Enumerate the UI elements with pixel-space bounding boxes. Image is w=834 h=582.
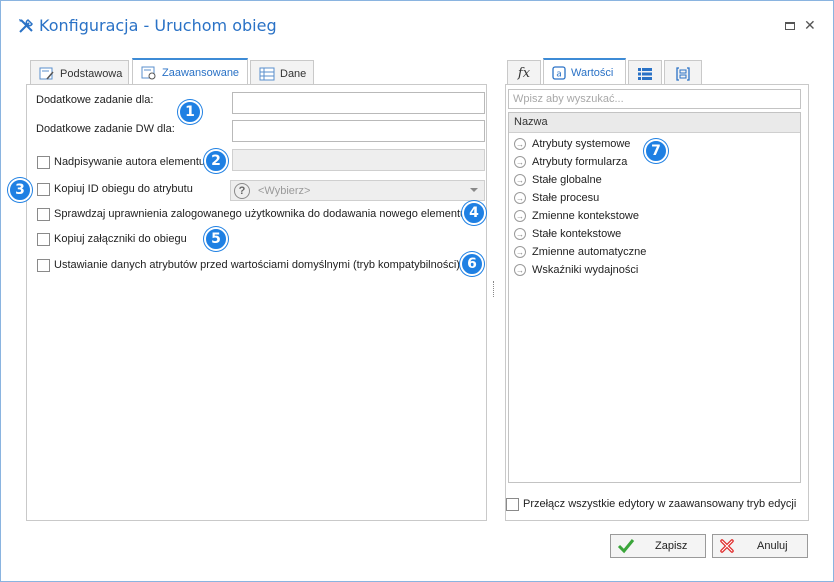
copy-attachments-label: Kopiuj załączniki do obiegu — [54, 233, 187, 245]
copy-attachments-checkbox[interactable] — [37, 233, 50, 246]
question-icon: ? — [234, 182, 250, 199]
cancel-label: Anuluj — [757, 540, 788, 552]
list-item[interactable]: → Stałe globalne — [509, 171, 800, 189]
arrow-right-icon: → — [514, 210, 526, 222]
arrow-right-icon: → — [514, 174, 526, 186]
tab-label: Zaawansowane — [162, 66, 240, 79]
cancel-button[interactable]: Anuluj — [712, 534, 808, 558]
list-item[interactable]: → Zmienne automatyczne — [509, 243, 800, 261]
callout-badge-2: 2 — [204, 149, 228, 173]
arrow-right-icon: → — [514, 192, 526, 204]
tab-dane[interactable]: Dane — [250, 60, 314, 86]
tab-list[interactable] — [628, 60, 662, 86]
search-input[interactable]: Wpisz aby wyszukać... — [508, 89, 801, 109]
overwrite-author-checkbox[interactable] — [37, 156, 50, 169]
attribute-select[interactable]: ? <Wybierz> — [230, 180, 485, 201]
dialog-title: Konfiguracja - Uruchom obieg — [39, 16, 277, 35]
arrow-right-icon: → — [514, 138, 526, 150]
title-bar: Konfiguracja - Uruchom obieg ✕ — [1, 1, 833, 49]
overwrite-author-input — [232, 149, 485, 171]
save-label: Zapisz — [655, 540, 688, 552]
tab-form-fields[interactable] — [664, 60, 702, 86]
advanced-mode-checkbox[interactable] — [506, 498, 519, 511]
tab-wartosci[interactable]: a Wartości — [543, 58, 626, 85]
additional-task-label: Dodatkowe zadanie dla: — [36, 94, 154, 106]
callout-badge-3: 3 — [8, 178, 32, 202]
copy-id-label: Kopiuj ID obiegu do atrybutu — [54, 183, 193, 195]
close-icon[interactable]: ✕ — [804, 17, 816, 34]
table-icon — [259, 67, 275, 80]
tab-podstawowa[interactable]: Podstawowa — [30, 60, 129, 86]
maximize-icon[interactable] — [785, 22, 795, 30]
arrow-right-icon: → — [514, 246, 526, 258]
list-icon — [638, 67, 652, 80]
list-item[interactable]: → Zmienne kontekstowe — [509, 207, 800, 225]
config-dialog: Konfiguracja - Uruchom obieg ✕ Podstawow… — [0, 0, 834, 582]
values-list: Nazwa → Atrybuty systemowe → Atrybuty form… — [508, 112, 801, 483]
callout-badge-6: 6 — [460, 252, 484, 276]
check-permissions-label: Sprawdzaj uprawnienia zalogowanego użytk… — [54, 208, 467, 220]
form-bracket-icon — [676, 66, 690, 81]
additional-task-dw-input[interactable] — [232, 120, 485, 142]
list-item[interactable]: → Stałe kontekstowe — [509, 225, 800, 243]
panel-splitter[interactable] — [493, 281, 495, 297]
tools-icon — [19, 19, 33, 33]
chevron-down-icon — [470, 188, 478, 192]
overwrite-author-label: Nadpisywanie autora elementu — [54, 156, 206, 168]
settings-form-icon — [141, 66, 156, 79]
tab-label: Dane — [280, 67, 307, 80]
tab-label: Podstawowa — [60, 67, 123, 80]
list-item[interactable]: → Stałe procesu — [509, 189, 800, 207]
arrow-right-icon: → — [514, 228, 526, 240]
list-item[interactable]: → Wskaźniki wydajności — [509, 261, 800, 279]
arrow-right-icon: → — [514, 156, 526, 168]
set-attributes-label: Ustawianie danych atrybutów przed wartoś… — [54, 259, 460, 271]
arrow-right-icon: → — [514, 264, 526, 276]
copy-id-checkbox[interactable] — [37, 183, 50, 196]
tab-functions[interactable]: fx — [507, 60, 541, 86]
attribute-select-placeholder: <Wybierz> — [258, 184, 311, 197]
tab-label: Wartości — [571, 66, 614, 79]
save-button[interactable]: Zapisz — [610, 534, 706, 558]
callout-badge-1: 1 — [178, 100, 202, 124]
callout-badge-7: 7 — [644, 139, 668, 163]
check-permissions-checkbox[interactable] — [37, 208, 50, 221]
values-icon: a — [552, 65, 566, 80]
checkmark-icon — [617, 539, 635, 554]
svg-text:a: a — [556, 69, 562, 79]
additional-task-input[interactable] — [232, 92, 485, 114]
tab-zaawansowane[interactable]: Zaawansowane — [132, 58, 248, 85]
callout-badge-5: 5 — [204, 227, 228, 251]
advanced-mode-label: Przełącz wszystkie edytory w zaawansowan… — [523, 498, 797, 510]
cancel-x-icon — [720, 539, 734, 553]
column-header-nazwa[interactable]: Nazwa — [509, 113, 800, 133]
function-fx-icon: fx — [517, 66, 531, 81]
set-attributes-checkbox[interactable] — [37, 259, 50, 272]
edit-form-icon — [39, 67, 54, 79]
callout-badge-4: 4 — [462, 201, 486, 225]
additional-task-dw-label: Dodatkowe zadanie DW dla: — [36, 123, 175, 135]
